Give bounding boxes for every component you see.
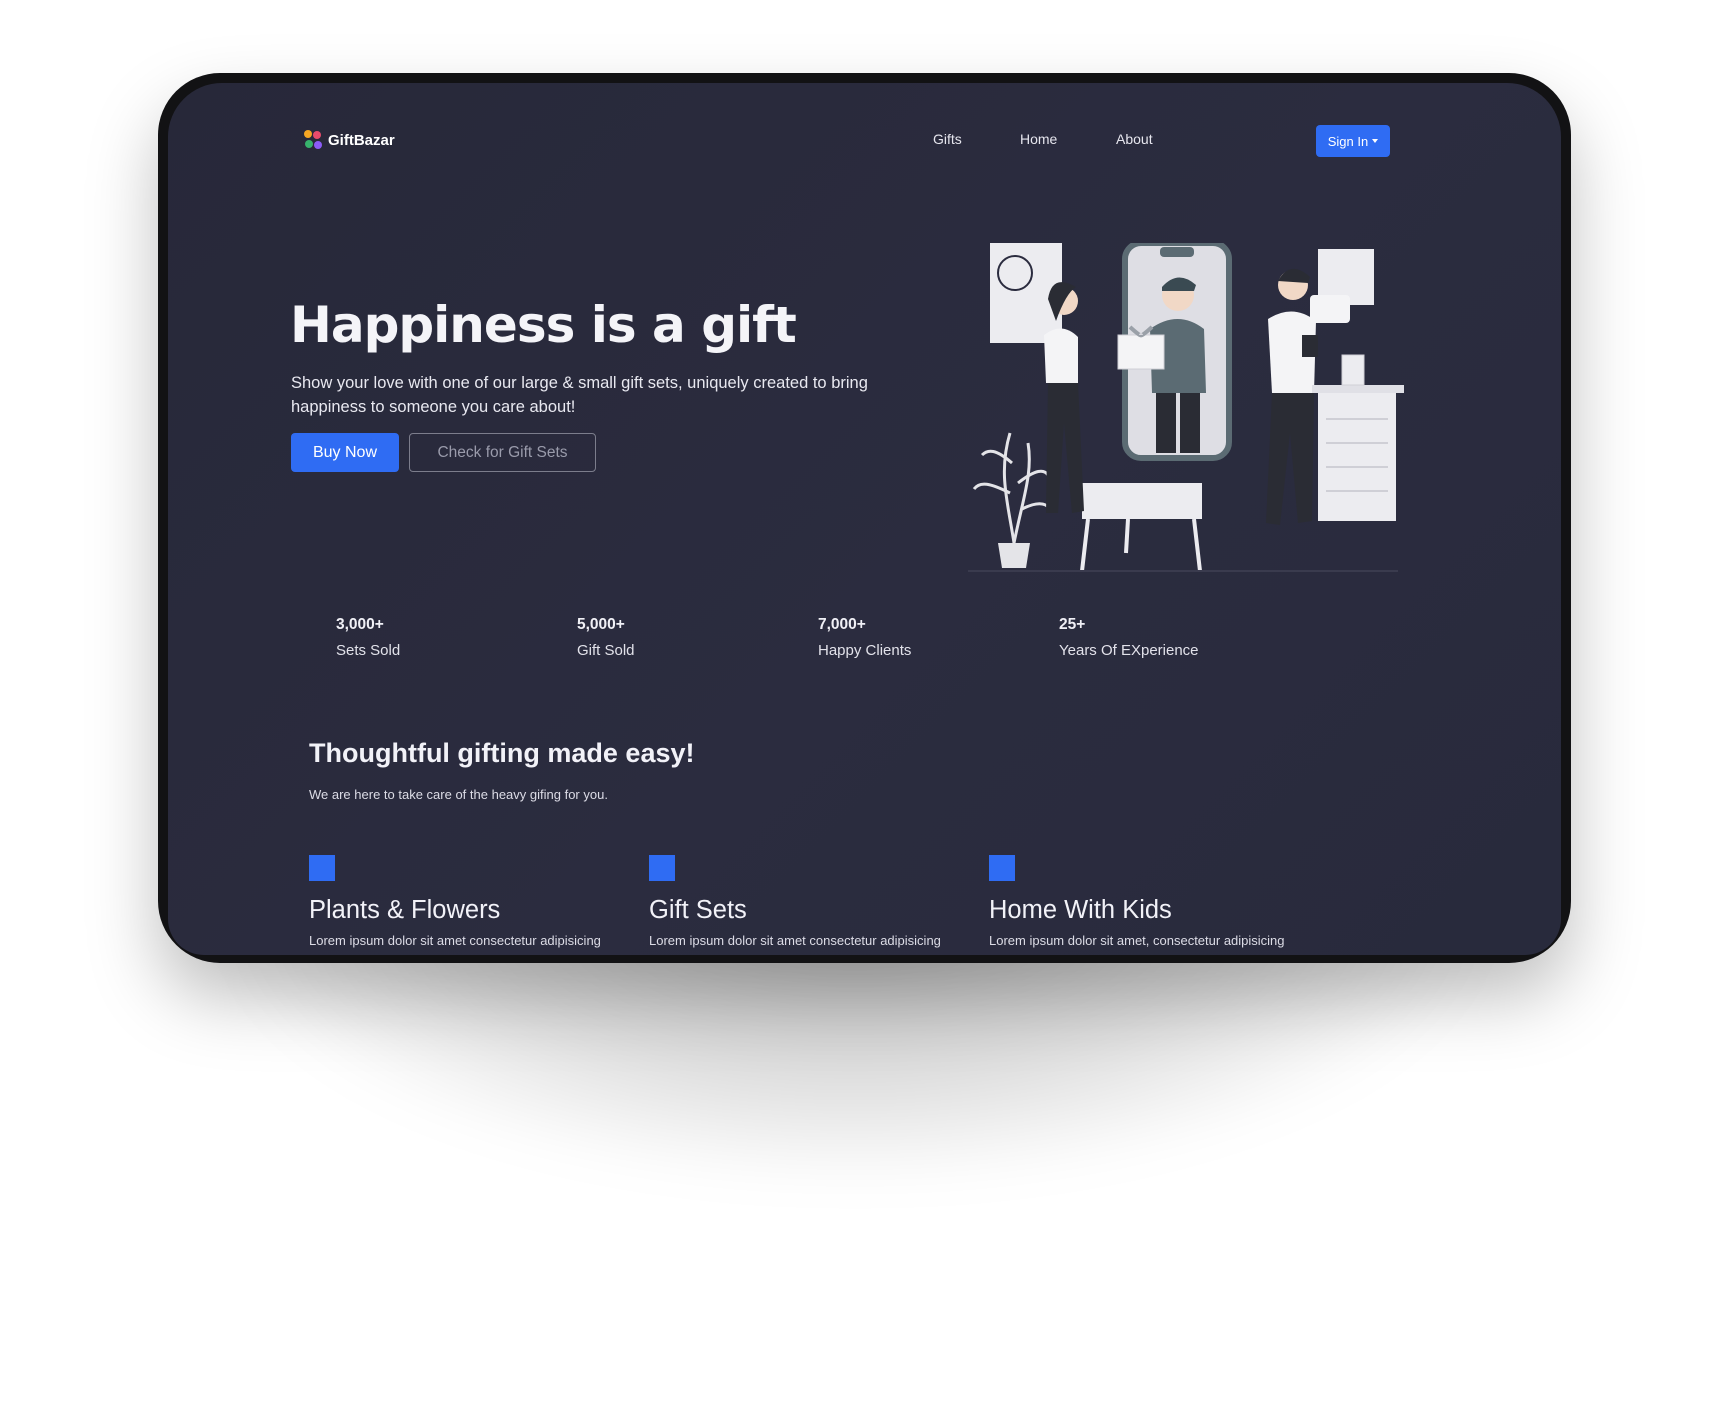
brand-logo[interactable]: GiftBazar bbox=[304, 130, 395, 150]
square-icon bbox=[989, 855, 1015, 881]
card-title: Plants & Flowers bbox=[309, 896, 501, 924]
section-title: Thoughtful gifting made easy! bbox=[309, 738, 695, 768]
nav-link-about[interactable]: About bbox=[1116, 131, 1153, 147]
gift-giving-illustration bbox=[968, 243, 1404, 572]
buy-now-button[interactable]: Buy Now bbox=[291, 433, 399, 472]
stat-label: Years Of EXperience bbox=[1059, 642, 1199, 659]
card-title: Gift Sets bbox=[649, 896, 747, 924]
stat-value: 7,000+ bbox=[818, 616, 866, 633]
card-text: Lorem ipsum dolor sit amet consectetur a… bbox=[309, 933, 601, 948]
square-icon bbox=[649, 855, 675, 881]
sign-in-label: Sign In bbox=[1327, 133, 1369, 149]
stat-happy-clients: 7,000+ Happy Clients bbox=[818, 616, 911, 659]
stat-label: Sets Sold bbox=[336, 642, 401, 659]
card-text: Lorem ipsum dolor sit amet, consectetur … bbox=[989, 933, 1285, 948]
square-icon bbox=[309, 855, 335, 881]
gift-logo-icon bbox=[304, 130, 324, 150]
plant-pot bbox=[998, 543, 1030, 568]
dresser bbox=[1318, 391, 1396, 521]
stat-gift-sold: 5,000+ Gift Sold bbox=[577, 616, 635, 659]
stat-label: Gift Sold bbox=[577, 642, 635, 659]
check-gift-sets-button[interactable]: Check for Gift Sets bbox=[409, 433, 596, 472]
website-screen: GiftBazar Gifts Home About Sign In Happi… bbox=[168, 83, 1561, 955]
hero-title: Happiness is a gift bbox=[290, 296, 797, 354]
speech-bubble bbox=[1310, 295, 1350, 323]
card-text: Lorem ipsum dolor sit amet consectetur a… bbox=[649, 933, 941, 948]
nav-link-gifts[interactable]: Gifts bbox=[933, 131, 962, 147]
card-plants-flowers[interactable]: Plants & Flowers Lorem ipsum dolor sit a… bbox=[309, 855, 639, 948]
device-frame: GiftBazar Gifts Home About Sign In Happi… bbox=[158, 73, 1571, 963]
stat-value: 3,000+ bbox=[336, 616, 384, 633]
hero-subtitle: Show your love with one of our large & s… bbox=[291, 374, 868, 416]
stat-label: Happy Clients bbox=[818, 642, 912, 659]
stat-value: 5,000+ bbox=[577, 616, 625, 633]
bench bbox=[1082, 483, 1202, 519]
card-title: Home With Kids bbox=[989, 896, 1172, 924]
card-home-with-kids[interactable]: Home With Kids Lorem ipsum dolor sit ame… bbox=[989, 855, 1319, 948]
stat-years-experience: 25+ Years Of EXperience bbox=[1059, 616, 1199, 659]
plant-leaves bbox=[972, 432, 1052, 544]
stat-value: 25+ bbox=[1059, 616, 1086, 633]
section-subtitle: We are here to take care of the heavy gi… bbox=[309, 787, 608, 802]
gift-box bbox=[1117, 334, 1165, 370]
mockup-stage: GiftBazar Gifts Home About Sign In Happi… bbox=[0, 0, 1716, 1413]
stat-sets-sold: 3,000+ Sets Sold bbox=[336, 616, 400, 659]
caret-down-icon bbox=[1372, 139, 1379, 143]
card-gift-sets[interactable]: Gift Sets Lorem ipsum dolor sit amet con… bbox=[649, 855, 979, 948]
brand-name: GiftBazar bbox=[328, 131, 395, 149]
nav-link-home[interactable]: Home bbox=[1020, 131, 1057, 147]
sign-in-dropdown-button[interactable]: Sign In bbox=[1316, 125, 1390, 157]
